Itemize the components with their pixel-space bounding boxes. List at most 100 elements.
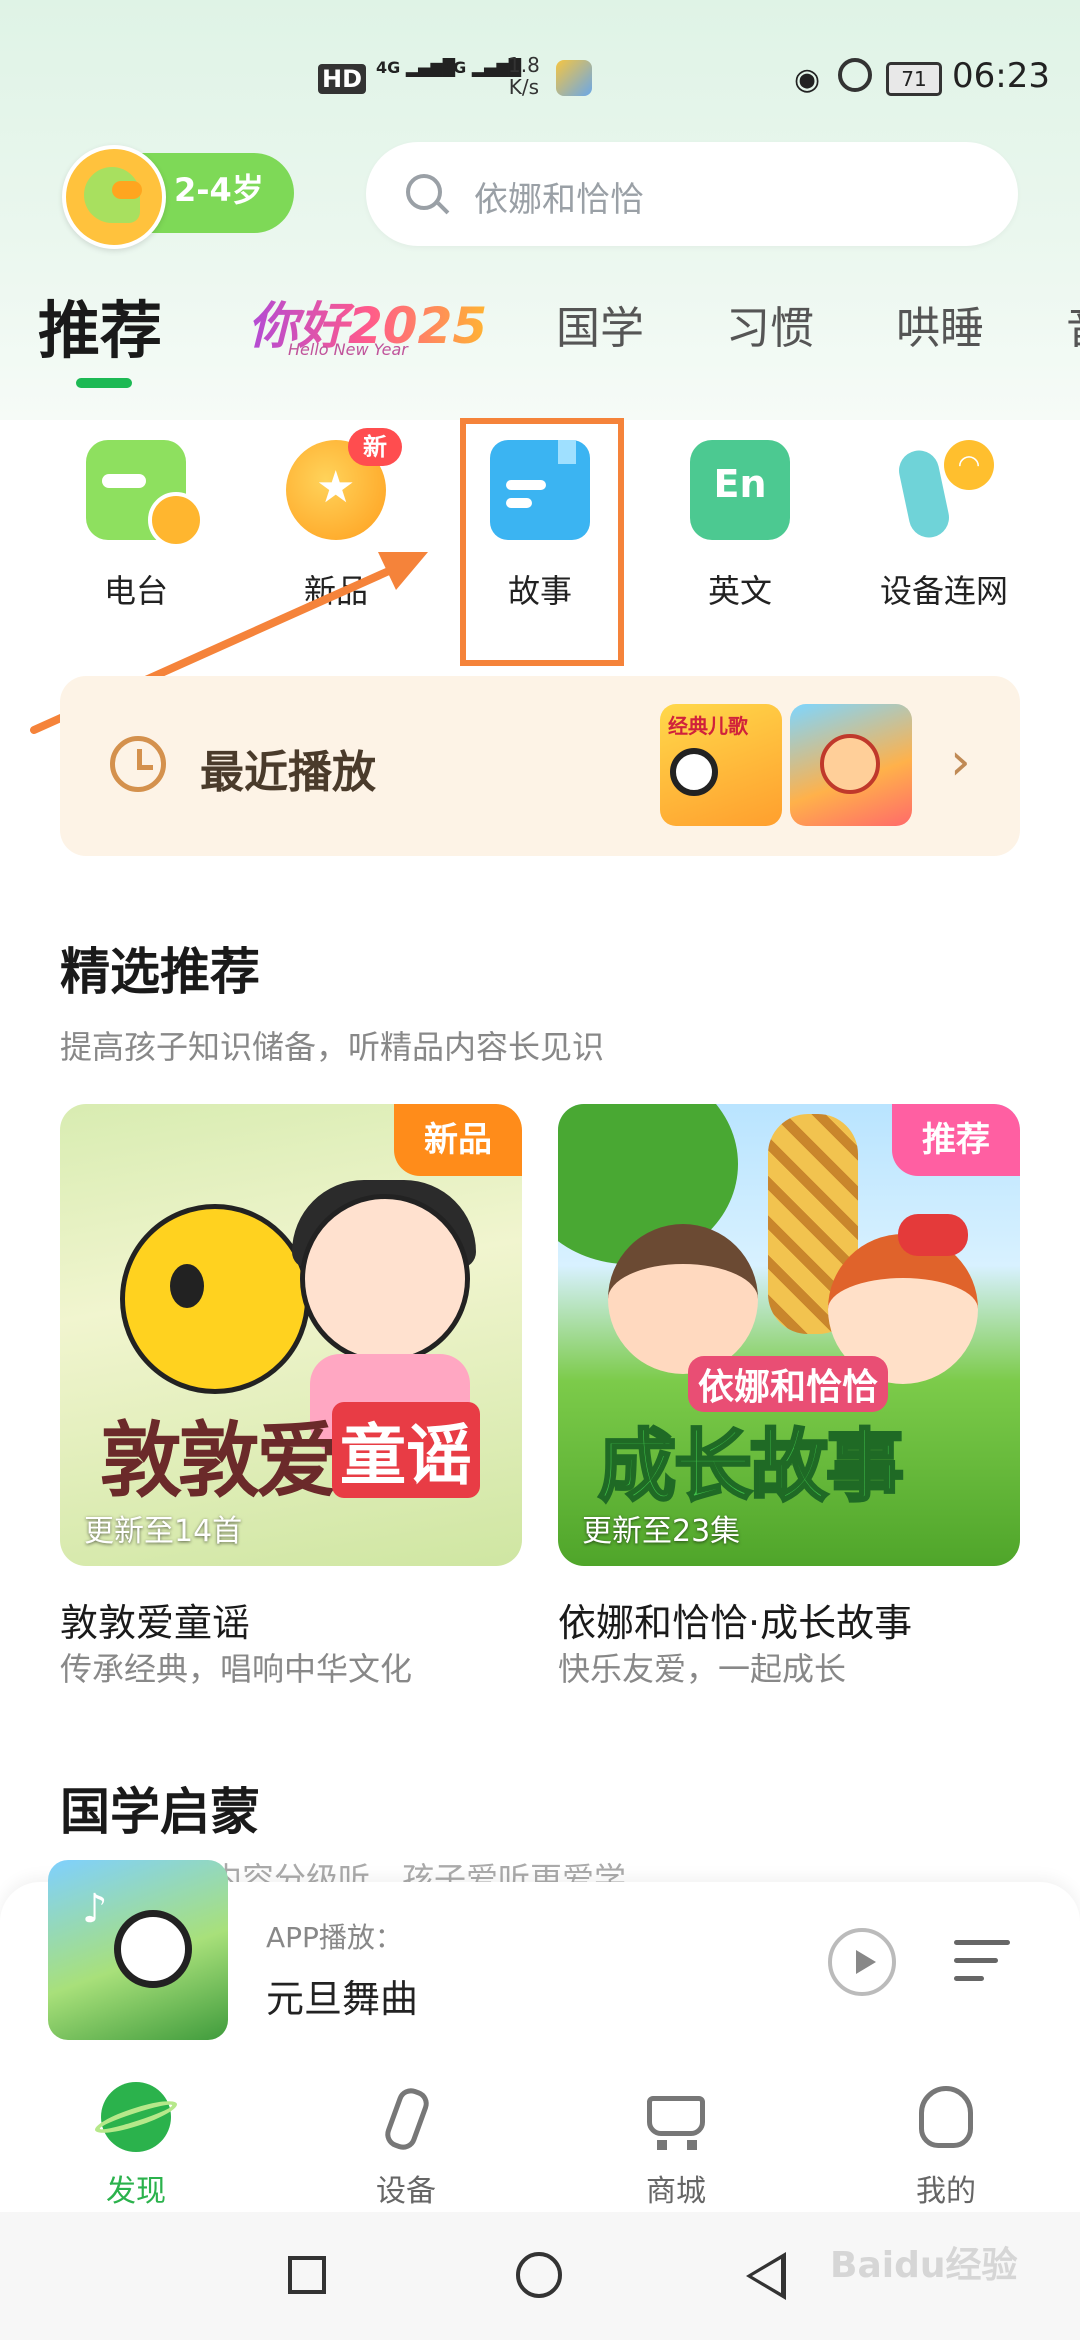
annotation-highlight-box [460,418,624,666]
search-input[interactable]: 依娜和恰恰 [366,142,1018,246]
nav-label: 商城 [646,2174,706,2209]
planet-icon [101,2082,171,2152]
update-status: 更新至23集 [582,1514,741,1549]
signal-label: 4G [376,58,401,77]
english-icon: En [690,440,790,540]
radio-icon [86,440,204,548]
player-source: APP播放： [266,1921,403,1954]
category-english[interactable]: En 英文 [640,430,840,630]
speed-value: 1.8 [508,53,540,77]
clock-icon [110,736,166,792]
playlist-line [954,1976,984,1981]
card-cover: 敦敦爱 童谣 新品 更新至14首 [60,1104,522,1566]
tab-sleep[interactable]: 哄睡 [896,292,984,356]
nav-label: 发现 [106,2174,166,2209]
nav-label: 设备 [376,2174,436,2209]
recent-title: 最近播放 [200,747,376,798]
chick-character [120,1204,310,1394]
girl-character [300,1194,470,1364]
english-glyph: En [713,462,767,506]
featured-title: 精选推荐 [60,943,260,1001]
card-description: 传承经典，唱响中华文化 [60,1650,413,1688]
signal-label-2: 4G [442,58,467,77]
home-icon[interactable] [516,2252,562,2298]
tab-music-partial[interactable]: 音 [1066,292,1080,356]
clock: 06:23 [952,56,1050,96]
nav-mall[interactable]: 商城 [596,2082,756,2212]
cover-title-b: 成长故事 [596,1421,905,1514]
featured-subtitle: 提高孩子知识储备，听精品内容长见识 [60,1028,605,1066]
update-status: 更新至14首 [84,1514,243,1549]
nav-me[interactable]: 我的 [866,2082,1026,2212]
character-image [820,734,880,794]
new-badge: 新 [348,428,402,466]
alarm-icon [838,58,872,92]
cover-title-a: 敦敦爱 [100,1414,338,1509]
battery-icon: 71 [886,62,942,96]
recommend-tag: 推荐 [892,1104,1020,1176]
recent-thumb-cartoon[interactable] [790,704,912,826]
wifi-icon: ◠ [944,440,994,490]
tab-new-year-sub: Hello New Year [288,340,408,359]
playlist-line [954,1958,998,1963]
mascot-avatar [62,145,166,249]
status-bar: HD 4G ▂▄▆█ 4G ▂▄▆█ 1.8 K/s ◉ 71 06:23 [0,40,1080,120]
back-icon[interactable] [746,2252,786,2300]
player-song-title: 元旦舞曲 [266,1977,419,2021]
featured-card[interactable]: 依娜和恰恰 成长故事 推荐 更新至23集 依娜和恰恰·成长故事 快乐友爱，一起成… [558,1104,1020,1688]
chick-eye [170,1264,204,1308]
mascot-beak [112,181,142,199]
device-icon [371,2082,441,2152]
nav-label: 我的 [916,2174,976,2209]
music-note-icon: ♪ [82,1886,108,1932]
age-label: 2-4岁 [174,171,264,209]
category-new[interactable]: ★ 新 新品 [236,428,436,630]
nav-discover[interactable]: 发现 [56,2082,216,2212]
new-product-icon: ★ 新 [286,428,402,540]
speed-unit: K/s [508,75,540,99]
search-placeholder: 依娜和恰恰 [474,180,644,220]
play-icon[interactable] [828,1928,896,1996]
panda-image [114,1910,192,1988]
category-radio[interactable]: 电台 [36,430,236,630]
device-network-icon: ◠ [894,440,994,542]
tab-guoxue[interactable]: 国学 [556,292,644,356]
panda-image [670,748,718,796]
age-selector[interactable]: 2-4岁 [62,145,294,249]
new-tag: 新品 [394,1104,522,1176]
app-notification-icon [556,60,592,96]
card-cover: 依娜和恰恰 成长故事 推荐 更新至23集 [558,1104,1020,1566]
search-icon [406,174,442,210]
bow-image [898,1214,968,1256]
guoxue-section-title: 国学启蒙 [60,1783,260,1841]
active-tab-indicator [76,378,132,388]
category-device-network[interactable]: ◠ 设备连网 [844,430,1044,630]
tab-new-year[interactable]: 你好2025 Hello New Year [248,286,487,364]
recent-apps-icon[interactable] [288,2256,326,2294]
card-title: 敦敦爱童谣 [60,1601,251,1645]
recent-thumb-songs[interactable]: 经典儿歌 [660,704,782,826]
playlist-icon[interactable] [954,1936,1014,1988]
cover-title-b: 童谣 [332,1402,480,1498]
cart-icon [641,2082,711,2152]
category-label: 电台 [103,572,168,610]
watermark-logo: Baidu经验 [830,2245,1018,2286]
card-title: 依娜和恰恰·成长故事 [558,1601,913,1645]
tab-habits[interactable]: 习惯 [726,292,814,356]
recent-play-card[interactable]: 最近播放 经典儿歌 › [60,676,1020,856]
category-label: 新品 [303,572,368,610]
mini-player[interactable]: ♪ APP播放： 元旦舞曲 [0,1860,1080,2072]
bottom-navigation: 发现 设备 商城 我的 [0,2072,1080,2212]
star-icon: ★ [316,462,356,513]
tab-recommend[interactable]: 推荐 [38,280,162,370]
hd-indicator: HD [318,64,367,94]
playlist-line [954,1940,1010,1945]
category-label: 英文 [707,572,772,610]
player-cover[interactable]: ♪ [48,1860,228,2040]
nav-device[interactable]: 设备 [326,2082,486,2212]
thumb-text: 经典儿歌 [668,714,748,738]
boy-character [608,1224,758,1374]
featured-card[interactable]: 敦敦爱 童谣 新品 更新至14首 敦敦爱童谣 传承经典，唱响中华文化 [60,1104,522,1688]
network-speed: 1.8 K/s [508,54,540,98]
chevron-right-icon[interactable]: › [950,732,971,792]
